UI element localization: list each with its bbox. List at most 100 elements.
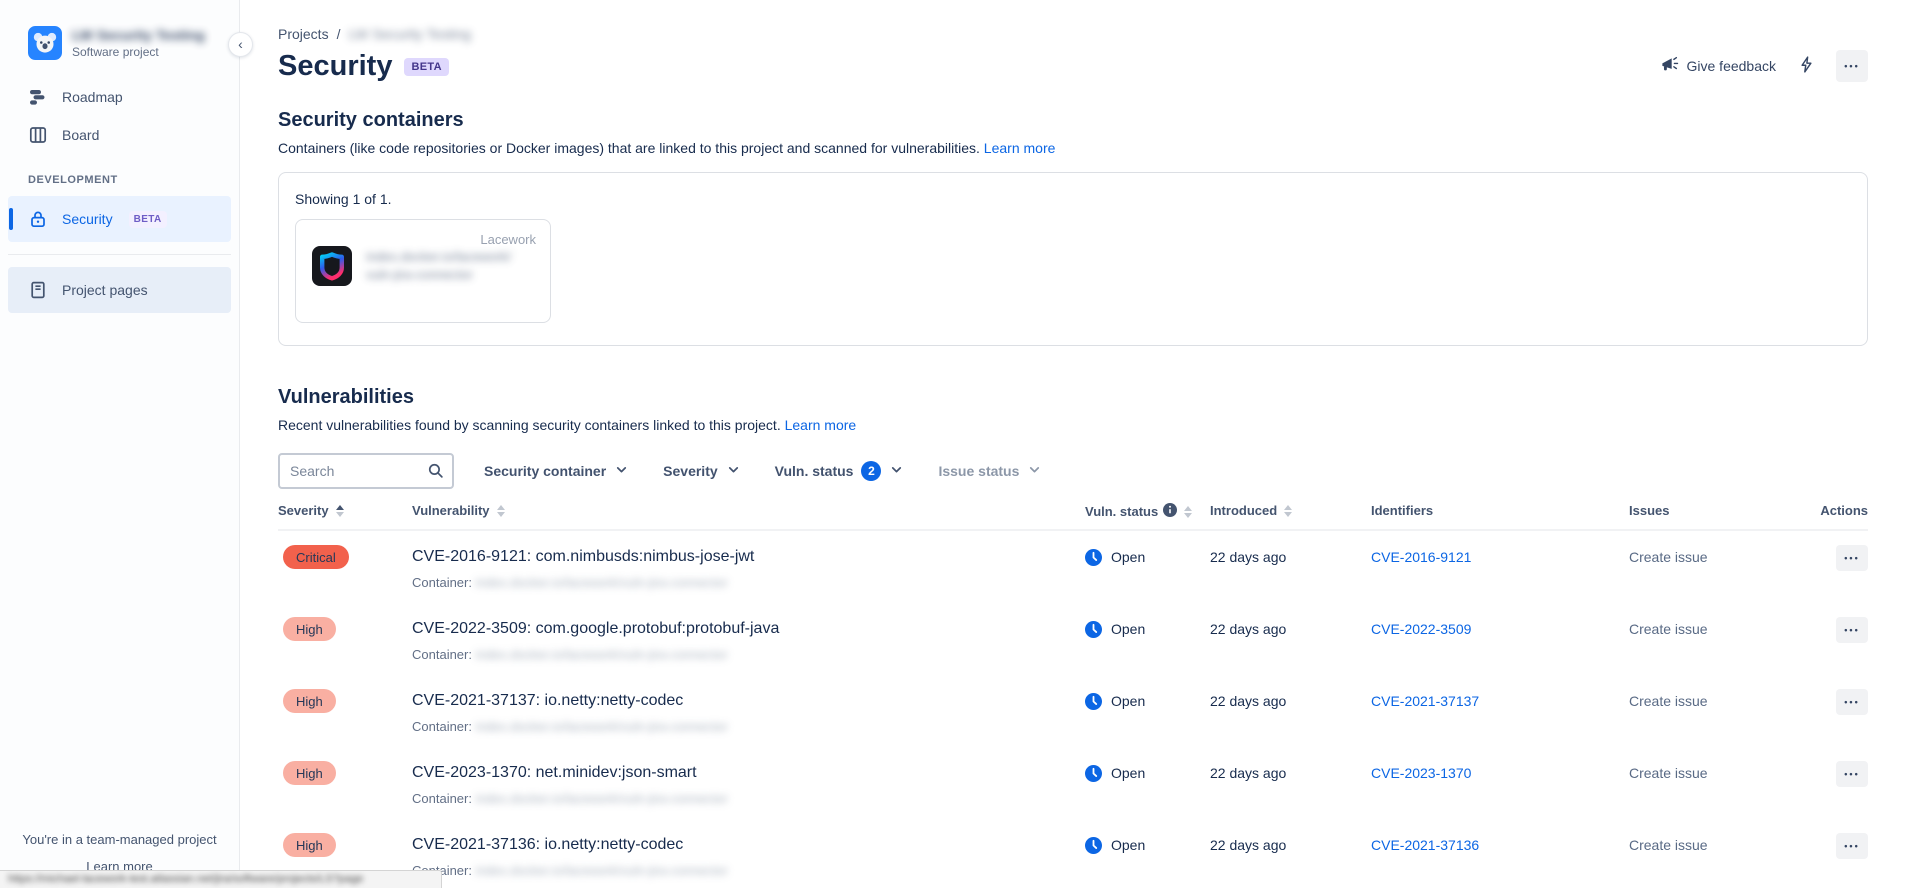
vulnerability-title[interactable]: CVE-2016-9121: com.nimbusds:nimbus-jose-…: [412, 545, 1085, 569]
create-issue-button[interactable]: Create issue: [1629, 693, 1708, 709]
container-name-line1: index.docker.io/lacework/: [366, 249, 512, 264]
project-header[interactable]: LW Security Testing Software project: [0, 26, 239, 78]
vuln-status-text: Open: [1111, 549, 1146, 565]
row-more-actions-button[interactable]: •••: [1836, 833, 1868, 859]
header-vulnerability[interactable]: Vulnerability: [412, 503, 1085, 518]
filter-security-container[interactable]: Security container: [480, 456, 633, 486]
automation-button[interactable]: [1790, 50, 1822, 82]
header-actions: Give feedback •••: [1660, 50, 1868, 82]
breadcrumb-project-link[interactable]: LW Security Testing: [348, 26, 470, 42]
breadcrumb-separator: /: [336, 26, 341, 42]
container-value: index.docker.io/lacework/vuln-jira-conne…: [475, 719, 728, 734]
create-issue-button[interactable]: Create issue: [1629, 765, 1708, 781]
container-label: Container:: [412, 791, 472, 806]
sidebar-item-label: Project pages: [62, 282, 148, 298]
roadmap-icon: [28, 87, 48, 107]
container-line: Container: index.docker.io/lacework/vuln…: [412, 575, 1085, 590]
identifier-link[interactable]: CVE-2023-1370: [1371, 765, 1471, 781]
header-label: Vuln. status: [1085, 504, 1159, 519]
filter-vuln-status[interactable]: Vuln. status 2: [771, 455, 909, 487]
header-severity[interactable]: Severity: [278, 503, 412, 518]
sidebar-item-project-pages[interactable]: Project pages: [8, 267, 231, 313]
row-more-actions-button[interactable]: •••: [1836, 545, 1868, 571]
give-feedback-button[interactable]: Give feedback: [1660, 55, 1777, 77]
severity-badge: Critical: [283, 545, 349, 569]
project-type: Software project: [72, 45, 159, 59]
container-line: Container: index.docker.io/lacework/vuln…: [412, 719, 1085, 734]
containers-learn-more-link[interactable]: Learn more: [984, 140, 1056, 156]
actions-cell: •••: [1812, 761, 1868, 787]
vulnerability-title[interactable]: CVE-2021-37136: io.netty:netty-codec: [412, 833, 1085, 857]
give-feedback-label: Give feedback: [1686, 58, 1777, 74]
create-issue-button[interactable]: Create issue: [1629, 621, 1708, 637]
sidebar-divider: [8, 254, 231, 255]
sidebar-collapse-button[interactable]: ‹: [228, 32, 253, 57]
filter-severity[interactable]: Severity: [659, 456, 744, 486]
more-actions-button[interactable]: •••: [1836, 50, 1868, 82]
vulnerability-title[interactable]: CVE-2023-1370: net.minidev:json-smart: [412, 761, 1085, 785]
containers-description-text: Containers (like code repositories or Do…: [278, 140, 980, 156]
search-icon: [427, 462, 444, 484]
board-icon: [28, 125, 48, 145]
identifier-link[interactable]: CVE-2021-37136: [1371, 837, 1479, 853]
vuln-status-text: Open: [1111, 765, 1146, 781]
vulnerabilities-learn-more-link[interactable]: Learn more: [785, 417, 857, 433]
container-name: index.docker.io/lacework/ vuln-jira-conn…: [366, 246, 511, 284]
severity-cell: High: [278, 761, 412, 785]
header-identifiers: Identifiers: [1371, 503, 1629, 518]
severity-badge: High: [283, 617, 336, 641]
header-vuln-status[interactable]: Vuln. status: [1085, 503, 1210, 520]
clock-open-icon: [1085, 620, 1102, 638]
introduced-cell: 22 days ago: [1210, 765, 1287, 781]
create-issue-button[interactable]: Create issue: [1629, 837, 1708, 853]
vuln-status-text: Open: [1111, 621, 1146, 637]
sort-icon: [1184, 505, 1193, 518]
vuln-status-cell: Open: [1085, 761, 1210, 785]
vulnerability-title[interactable]: CVE-2022-3509: com.google.protobuf:proto…: [412, 617, 1085, 641]
create-issue-button[interactable]: Create issue: [1629, 549, 1708, 565]
sidebar-item-roadmap[interactable]: Roadmap: [8, 78, 231, 116]
header-label: Severity: [278, 503, 329, 518]
sidebar-footer: You're in a team-managed project Learn m…: [0, 832, 239, 874]
severity-cell: High: [278, 689, 412, 713]
sidebar-item-security[interactable]: Security BETA: [8, 196, 231, 242]
container-card[interactable]: Lacework index.docker.io/lacework/ vuln-…: [295, 219, 551, 323]
page-title: Security: [278, 50, 393, 82]
identifier-link[interactable]: CVE-2021-37137: [1371, 693, 1479, 709]
table-header-row: Severity Vulnerability Vuln. status Intr…: [278, 503, 1868, 531]
sidebar-item-board[interactable]: Board: [8, 116, 231, 154]
vulnerability-title[interactable]: CVE-2021-37137: io.netty:netty-codec: [412, 689, 1085, 713]
container-value: index.docker.io/lacework/vuln-jira-conne…: [475, 647, 728, 662]
identifiers-cell: CVE-2022-3509: [1371, 617, 1629, 641]
vulnerability-cell: CVE-2023-1370: net.minidev:json-smart Co…: [412, 761, 1085, 806]
lightning-icon: [1797, 55, 1816, 77]
project-header-text: LW Security Testing Software project: [72, 27, 205, 59]
row-more-actions-button[interactable]: •••: [1836, 617, 1868, 643]
header-introduced[interactable]: Introduced: [1210, 503, 1371, 518]
identifiers-cell: CVE-2023-1370: [1371, 761, 1629, 785]
table-row: High CVE-2021-37137: io.netty:netty-code…: [278, 675, 1868, 747]
active-indicator: [9, 208, 13, 230]
filter-label: Issue status: [938, 463, 1020, 479]
container-value: index.docker.io/lacework/vuln-jira-conne…: [475, 791, 728, 806]
breadcrumb-projects-link[interactable]: Projects: [278, 26, 329, 42]
containers-panel: Showing 1 of 1. Lacework index.docker.io…: [278, 172, 1868, 346]
row-more-actions-button[interactable]: •••: [1836, 689, 1868, 715]
containers-section-title: Security containers: [278, 109, 464, 131]
chevron-left-icon: ‹: [238, 35, 243, 52]
row-more-actions-button[interactable]: •••: [1836, 761, 1868, 787]
header-label: Actions: [1820, 503, 1868, 518]
identifier-link[interactable]: CVE-2016-9121: [1371, 549, 1471, 565]
project-name: LW Security Testing: [72, 27, 205, 43]
sidebar-section-development: DEVELOPMENT: [28, 174, 118, 186]
vulnerabilities-section-description: Recent vulnerabilities found by scanning…: [278, 417, 1868, 433]
project-avatar-icon: [28, 26, 62, 60]
identifier-link[interactable]: CVE-2022-3509: [1371, 621, 1471, 637]
vuln-status-cell: Open: [1085, 617, 1210, 641]
info-icon[interactable]: [1163, 503, 1178, 520]
container-label: Container:: [412, 719, 472, 734]
severity-badge: High: [283, 833, 336, 857]
ellipsis-icon: •••: [1844, 553, 1860, 563]
table-row: High CVE-2021-37136: io.netty:netty-code…: [278, 819, 1868, 888]
lock-icon: [28, 209, 48, 229]
